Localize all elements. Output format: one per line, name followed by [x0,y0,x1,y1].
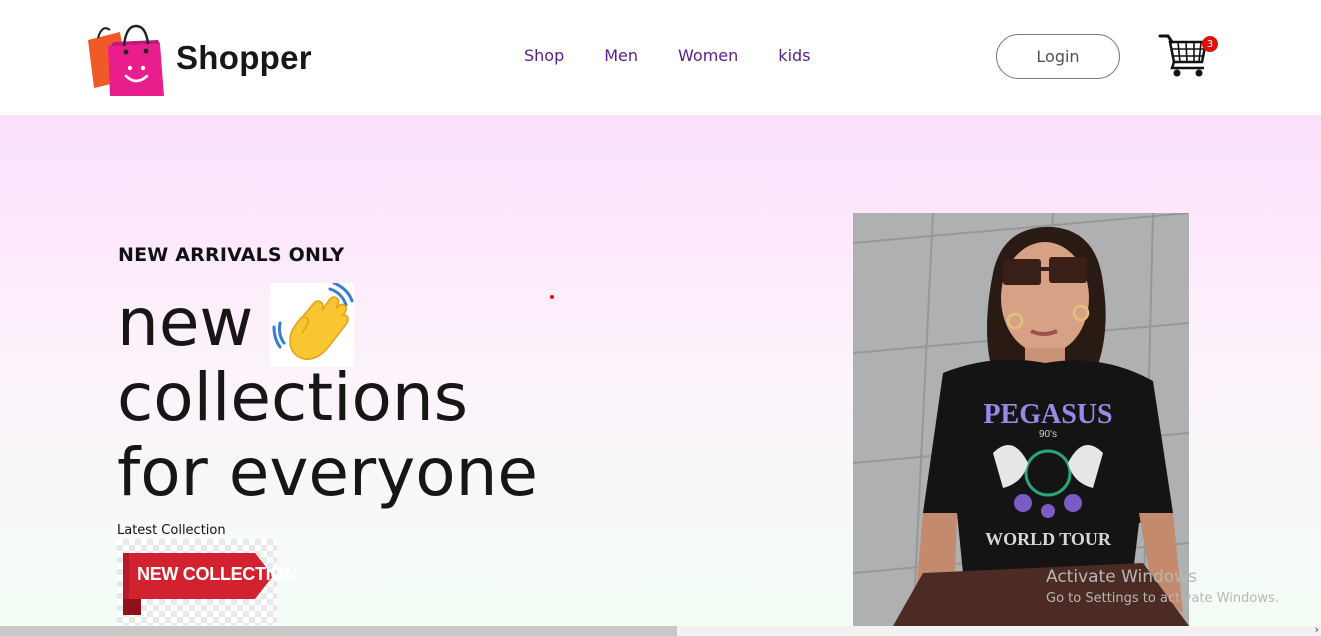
scrollbar-thumb[interactable] [0,626,677,636]
navbar: Shopper Shop Men Women kids Login 3 [0,0,1321,116]
hero-section: NEW ARRIVALS ONLY new collections for ev… [0,115,1321,626]
badge-text: NEW COLLECTION [137,564,297,584]
nav-item-men[interactable]: Men [604,46,638,65]
cursor-dot [550,295,554,299]
hero-tagline: NEW ARRIVALS ONLY [118,244,345,266]
brand-logo[interactable]: Shopper [80,18,312,98]
new-collection-badge[interactable]: NEW COLLECTION [117,539,297,625]
nav-item-kids[interactable]: kids [778,46,810,65]
nav-item-women[interactable]: Women [678,46,738,65]
brand-name: Shopper [176,39,312,76]
waving-hand-icon [270,281,354,367]
activation-subtitle: Go to Settings to activate Windows. [1046,591,1279,606]
hero-title-line-3: for everyone [117,434,539,511]
login-button[interactable]: Login [996,34,1120,79]
main-nav: Shop Men Women kids [524,46,851,65]
hero-model-image: PEGASUS 90's WORLD TOUR [853,213,1189,626]
activation-title: Activate Windows [1046,567,1197,587]
windows-activation-watermark: Activate Windows Go to Settings to activ… [1046,567,1279,606]
nav-item-shop[interactable]: Shop [524,46,564,65]
cart-count-badge: 3 [1202,36,1218,52]
hero-title-line-2: collections [117,359,469,436]
shopping-bag-icon [80,18,166,98]
tshirt-print-bottom: WORLD TOUR [985,529,1112,549]
scroll-right-arrow-icon[interactable]: › [1315,623,1319,636]
tshirt-print-top: PEGASUS [983,399,1112,430]
hero-title-line-1: new [117,284,254,361]
tshirt-print-mid: 90's [1039,429,1057,440]
latest-collection-label: Latest Collection [117,523,226,538]
horizontal-scrollbar[interactable]: › [0,623,1321,636]
